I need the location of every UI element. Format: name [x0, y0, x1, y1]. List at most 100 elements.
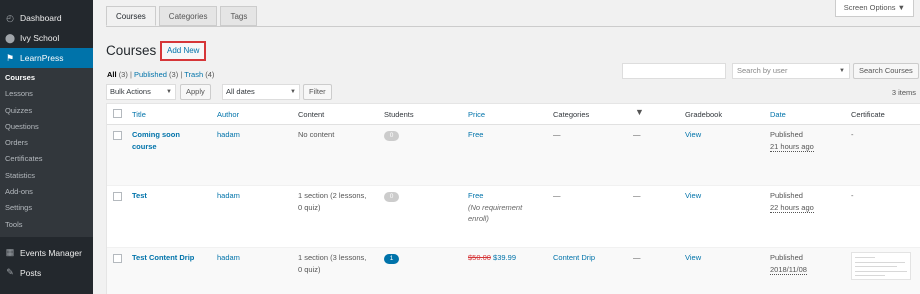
date-text: 21 hours ago: [770, 141, 814, 152]
thumbnail-line: [855, 257, 875, 258]
bulk-actions-label: Bulk Actions: [110, 87, 151, 96]
items-count: 3 items: [891, 88, 916, 97]
price-cell: Free: [468, 130, 484, 139]
screen-options-button[interactable]: Screen Options ▼: [834, 0, 914, 17]
row-checkbox[interactable]: [113, 254, 122, 263]
students-badge: 1: [384, 254, 399, 264]
date-text: 22 hours ago: [770, 202, 814, 213]
filter-published[interactable]: Published: [134, 70, 167, 79]
status-filters: All (3) | Published (3) | Trash (4): [107, 70, 214, 79]
search-courses-button[interactable]: Search Courses: [853, 63, 919, 79]
search-by-user-select[interactable]: Search by user ▼: [732, 63, 850, 79]
thumbnail-line: [855, 271, 907, 272]
column-students: Students: [384, 110, 414, 119]
certificate-thumbnail[interactable]: [851, 252, 911, 280]
filter-published-count: (3): [169, 70, 179, 79]
table-row: Test Content Drip hadam 1 section (3 les…: [107, 248, 920, 294]
sidebar-item-label: Dashboard: [20, 13, 62, 23]
price-note: (No requirement: [468, 202, 523, 212]
content-line: 0 quiz): [298, 202, 321, 212]
tab-tags[interactable]: Tags: [220, 6, 258, 26]
submenu-certificates[interactable]: Certificates: [0, 151, 93, 167]
row-checkbox[interactable]: [113, 192, 122, 201]
column-price[interactable]: Price: [468, 109, 485, 121]
price-note: enroll): [468, 214, 489, 223]
sidebar-item-events-manager[interactable]: ▦ Events Manager: [0, 243, 93, 263]
filter-all-count: (3): [118, 70, 128, 79]
course-title-cell: Coming soon course: [132, 129, 180, 152]
column-author[interactable]: Author: [217, 109, 239, 121]
column-date[interactable]: Date: [770, 109, 786, 121]
column-content: Content: [298, 110, 325, 119]
submenu-orders[interactable]: Orders: [0, 135, 93, 151]
filter-button[interactable]: Filter: [303, 84, 332, 100]
date-cell: Published 2018/11/08: [770, 252, 807, 275]
sidebar-item-posts[interactable]: ✎ Posts: [0, 263, 93, 283]
status-text: Published: [770, 191, 803, 200]
author-link[interactable]: hadam: [217, 129, 240, 141]
pin-icon: ✎: [6, 267, 14, 278]
column-gradebook: Gradebook: [685, 110, 723, 119]
thumbnail-line: [855, 262, 905, 263]
price-value: Free: [468, 191, 484, 200]
filter-trash-count: (4): [205, 70, 215, 79]
gradebook-view-link[interactable]: View: [685, 129, 701, 141]
gradebook-view-link[interactable]: View: [685, 190, 701, 202]
row-checkbox[interactable]: [113, 131, 122, 140]
column-categories: Categories: [553, 110, 590, 119]
sidebar-item-dashboard[interactable]: ◴ Dashboard: [0, 8, 93, 28]
calendar-icon: ▦: [5, 247, 15, 258]
ivy-school-icon: ⬤: [4, 32, 16, 43]
course-title-link[interactable]: Coming soon: [132, 129, 180, 141]
submenu-questions[interactable]: Questions: [0, 119, 93, 135]
submenu-tools[interactable]: Tools: [0, 217, 93, 233]
dates-select[interactable]: All dates ▼: [222, 84, 300, 100]
content-cell: 1 section (3 lessons, 0 quiz): [298, 252, 366, 275]
column-title[interactable]: Title: [132, 109, 146, 121]
sidebar-item-label: Ivy School: [20, 33, 60, 43]
submenu-quizzes[interactable]: Quizzes: [0, 103, 93, 119]
submenu-courses[interactable]: Courses: [0, 70, 93, 86]
submenu-settings[interactable]: Settings: [0, 200, 93, 216]
comment-icon: ▼: [635, 107, 644, 117]
course-title-link[interactable]: Test: [132, 190, 147, 202]
learnpress-icon: ⚑: [5, 52, 15, 63]
date-cell: Published 22 hours ago: [770, 190, 814, 213]
gradebook-view-link[interactable]: View: [685, 252, 701, 264]
main-content: Courses Categories Tags Screen Options ▼…: [93, 0, 920, 294]
search-input[interactable]: [622, 63, 726, 79]
thumbnail-line: [855, 266, 897, 267]
table-header: Title Author Content Students Price Cate…: [107, 104, 920, 125]
apply-button[interactable]: Apply: [180, 84, 211, 100]
select-all-checkbox[interactable]: [113, 109, 122, 118]
content-cell: No content: [298, 130, 335, 139]
course-title-link[interactable]: course: [132, 141, 180, 153]
date-text: 2018/11/08: [770, 264, 807, 275]
certificate-cell: -: [851, 191, 854, 200]
tab-categories[interactable]: Categories: [158, 6, 218, 26]
author-link[interactable]: hadam: [217, 252, 240, 264]
students-badge: 0: [384, 131, 399, 141]
add-new-button[interactable]: Add New: [160, 41, 207, 61]
submenu-statistics[interactable]: Statistics: [0, 168, 93, 184]
date-cell: Published 21 hours ago: [770, 129, 814, 152]
filter-all[interactable]: All: [107, 70, 117, 79]
bulk-actions-select[interactable]: Bulk Actions ▼: [106, 84, 176, 100]
courses-table: Title Author Content Students Price Cate…: [106, 103, 920, 294]
category-link[interactable]: Content Drip: [553, 252, 595, 264]
content-line: 1 section (2 lessons,: [298, 191, 367, 200]
tab-courses[interactable]: Courses: [106, 6, 156, 26]
submenu-lessons[interactable]: Lessons: [0, 86, 93, 102]
filter-separator: |: [180, 70, 183, 79]
course-title-link[interactable]: Test Content Drip: [132, 252, 194, 264]
submenu-add-ons[interactable]: Add-ons: [0, 184, 93, 200]
sidebar-item-learnpress[interactable]: ⚑ LearnPress: [0, 48, 93, 68]
sidebar-item-label: Posts: [20, 267, 42, 278]
sidebar-item-ivy-school[interactable]: ⬤ Ivy School: [0, 28, 93, 48]
admin-sidebar: ◴ Dashboard ⬤ Ivy School ⚑ LearnPress Co…: [0, 0, 93, 294]
filter-separator: |: [129, 70, 132, 79]
status-text: Published: [770, 253, 803, 262]
filter-trash[interactable]: Trash: [184, 70, 203, 79]
chevron-down-icon: ▼: [290, 89, 296, 95]
author-link[interactable]: hadam: [217, 190, 240, 202]
